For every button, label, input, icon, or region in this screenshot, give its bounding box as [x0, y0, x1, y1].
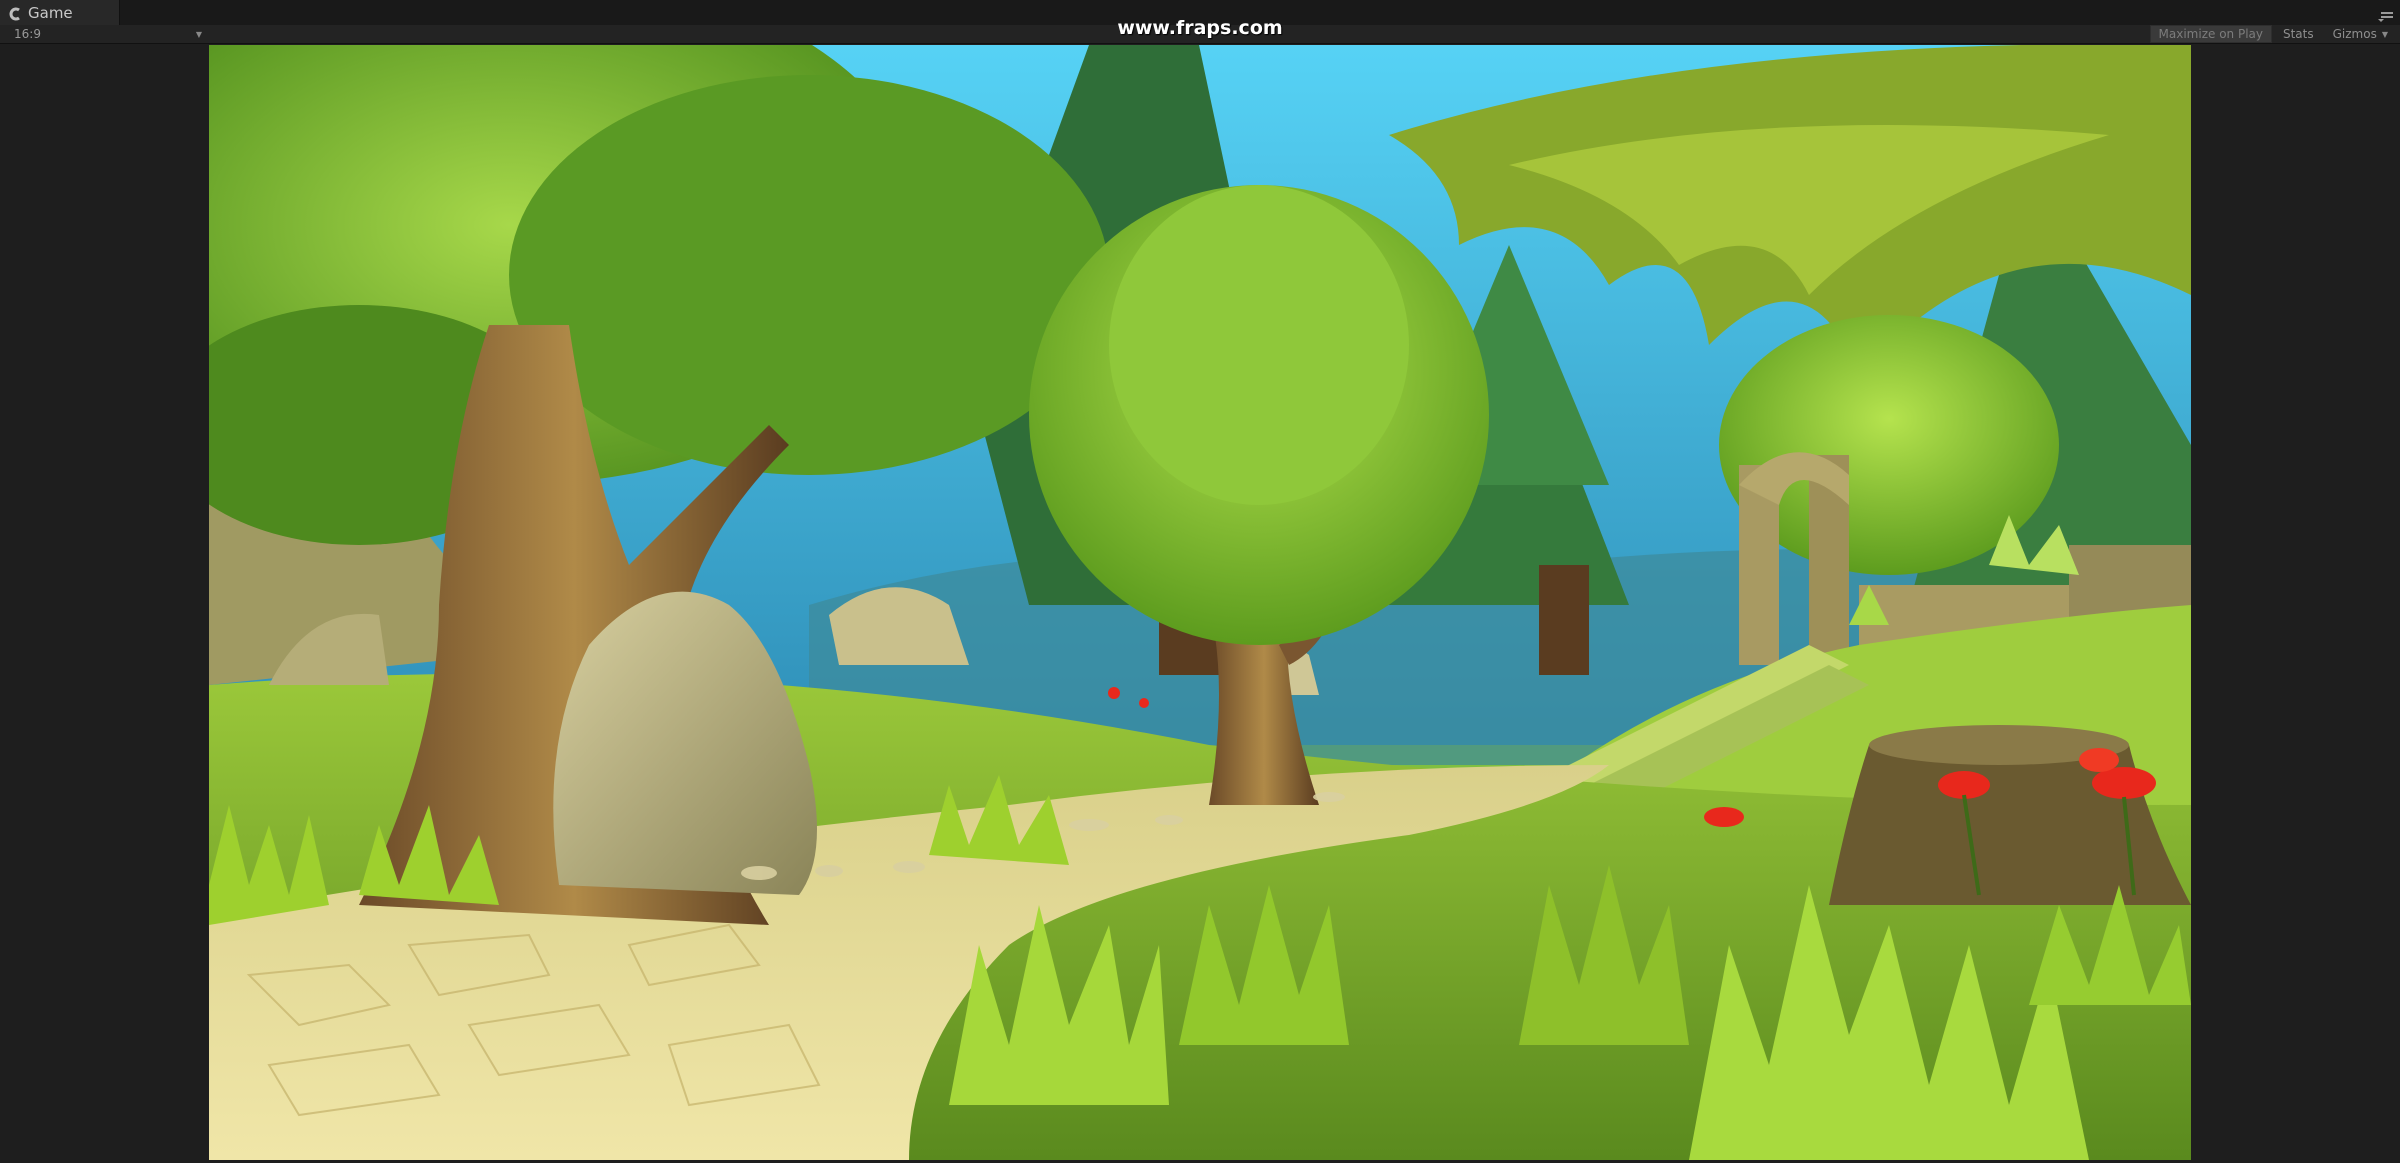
chevron-down-icon: ▼ — [195, 29, 202, 39]
game-scene — [209, 45, 2191, 1160]
stats-toggle[interactable]: Stats — [2275, 25, 2322, 43]
tab-title: Game — [28, 3, 73, 22]
unity-game-icon — [8, 6, 22, 20]
gizmos-label: Gizmos — [2332, 27, 2377, 41]
panel-menu-icon[interactable] — [2378, 7, 2394, 22]
aspect-ratio-dropdown[interactable]: 16:9 ▼ — [6, 25, 206, 43]
game-view-toolbar: 16:9 ▼ Maximize on Play Stats Gizmos ▼ — [0, 25, 2400, 44]
game-viewport[interactable] — [209, 45, 2191, 1160]
gizmos-dropdown[interactable]: Gizmos ▼ — [2325, 25, 2396, 43]
editor-tab-bar: Game — [0, 0, 2400, 26]
maximize-on-play-toggle[interactable]: Maximize on Play — [2149, 25, 2272, 43]
aspect-ratio-value: 16:9 — [14, 27, 41, 41]
tab-game[interactable]: Game — [0, 0, 120, 25]
chevron-down-icon: ▼ — [2381, 29, 2388, 39]
